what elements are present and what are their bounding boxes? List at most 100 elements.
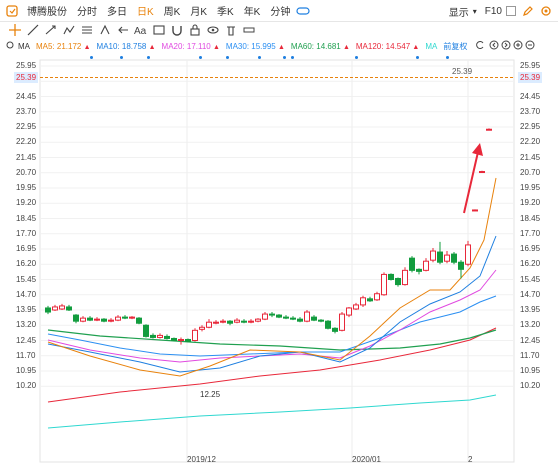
price-tick-left: 16.20 xyxy=(16,259,37,269)
candle-down xyxy=(66,306,72,311)
price-tick-right: 16.95 xyxy=(520,244,541,253)
candle-down xyxy=(416,268,422,272)
price-tick-right: 15.45 xyxy=(520,274,541,284)
candle-up xyxy=(213,321,219,324)
price-tick-right: 13.20 xyxy=(520,320,541,330)
candle-down xyxy=(122,316,128,319)
price-tick-right: 23.70 xyxy=(520,106,541,116)
price-tick-left: 20.70 xyxy=(16,167,37,177)
candle-down xyxy=(171,337,177,342)
candle-down xyxy=(290,317,296,320)
price-tick-left: 19.20 xyxy=(16,198,37,208)
current-price-label: 25.39 xyxy=(452,67,473,76)
candle-up xyxy=(178,338,184,342)
candle-up xyxy=(94,318,100,321)
candle-up xyxy=(129,316,135,319)
candle-down xyxy=(276,314,282,318)
candle-down xyxy=(458,261,464,270)
candle-down xyxy=(101,318,107,322)
candle-up xyxy=(444,254,450,262)
price-tick-right: 25.95 xyxy=(520,61,541,70)
candle-down xyxy=(241,320,247,323)
candle-up xyxy=(262,313,268,320)
price-tick-right: 11.70 xyxy=(520,350,540,360)
candle-up xyxy=(381,273,387,296)
price-tick-right: 18.45 xyxy=(520,213,541,223)
price-tick-right: 14.70 xyxy=(520,289,541,299)
candle-up xyxy=(472,209,478,212)
annotation-arrow-head xyxy=(472,143,483,156)
candle-down xyxy=(269,313,275,316)
kline-chart[interactable] xyxy=(0,0,558,468)
price-tick-left: 19.95 xyxy=(16,183,37,192)
candle-down xyxy=(388,273,394,280)
price-tick-right: 10.95 xyxy=(520,366,541,375)
price-tick-right: 22.20 xyxy=(520,137,541,147)
price-tick-right: 10.20 xyxy=(520,381,541,391)
price-tick-left: 12.45 xyxy=(16,335,37,345)
candle-up xyxy=(59,305,65,310)
candle-down xyxy=(45,307,51,313)
ma120-line xyxy=(47,327,497,403)
price-tick-right: 17.70 xyxy=(520,228,541,238)
candle-down xyxy=(409,257,415,271)
candle-up xyxy=(255,318,261,322)
candle-up xyxy=(115,316,121,321)
date-label-jan: 2020/01 xyxy=(352,455,381,464)
candle-down xyxy=(185,338,191,343)
candle-down xyxy=(318,319,324,322)
price-tick-right: 19.95 xyxy=(520,183,541,192)
price-tick-left: 24.45 xyxy=(16,91,37,101)
candle-up xyxy=(339,313,345,331)
price-tick-left: 18.45 xyxy=(16,213,37,223)
date-label-dec: 2019/12 xyxy=(187,455,216,464)
candle-down xyxy=(143,324,149,337)
candle-down xyxy=(395,277,401,286)
price-tick-left: 11.70 xyxy=(16,350,36,360)
price-tick-left: 22.20 xyxy=(16,137,37,147)
candle-down xyxy=(87,317,93,321)
price-tick-left: 22.95 xyxy=(16,122,37,131)
candle-down xyxy=(297,318,303,322)
price-tick-right: 19.20 xyxy=(520,198,541,208)
candle-up xyxy=(360,297,366,306)
candle-up xyxy=(374,293,380,301)
candle-up xyxy=(52,306,58,311)
current-price-left: 25.39 xyxy=(14,72,39,83)
price-tick-right: 13.95 xyxy=(520,305,541,314)
candle-down xyxy=(437,251,443,263)
candle-down xyxy=(150,334,156,338)
candle-up xyxy=(199,326,205,330)
price-tick-left: 13.20 xyxy=(16,320,37,330)
candle-down xyxy=(283,316,289,319)
candle-up xyxy=(423,260,429,271)
candle-up xyxy=(346,307,352,316)
candle-up xyxy=(108,319,114,322)
candle-up xyxy=(465,244,471,265)
candle-down xyxy=(325,320,331,329)
price-tick-right: 22.95 xyxy=(520,122,541,131)
candle-down xyxy=(332,327,338,332)
candle-up xyxy=(304,311,310,322)
candle-up xyxy=(353,304,359,310)
price-tick-left: 13.95 xyxy=(16,305,37,314)
annotation-arrow-line xyxy=(463,151,479,214)
price-tick-left: 10.20 xyxy=(16,381,37,391)
price-tick-left: 25.95 xyxy=(16,61,37,70)
candle-up xyxy=(486,128,492,131)
price-tick-right: 16.20 xyxy=(520,259,541,269)
ma10-line xyxy=(47,235,497,373)
candle-down xyxy=(227,320,233,324)
candle-up xyxy=(479,171,485,174)
price-tick-right: 12.45 xyxy=(520,335,541,345)
current-price-right: 25.39 xyxy=(518,72,543,83)
price-tick-left: 10.95 xyxy=(16,366,37,375)
price-tick-left: 16.95 xyxy=(16,244,37,253)
candle-down xyxy=(136,317,142,324)
ma250-line xyxy=(47,394,497,429)
candle-up xyxy=(248,320,254,323)
price-tick-right: 24.45 xyxy=(520,91,541,101)
candle-up xyxy=(220,320,226,323)
candle-down xyxy=(451,253,457,263)
candle-down xyxy=(311,316,317,321)
